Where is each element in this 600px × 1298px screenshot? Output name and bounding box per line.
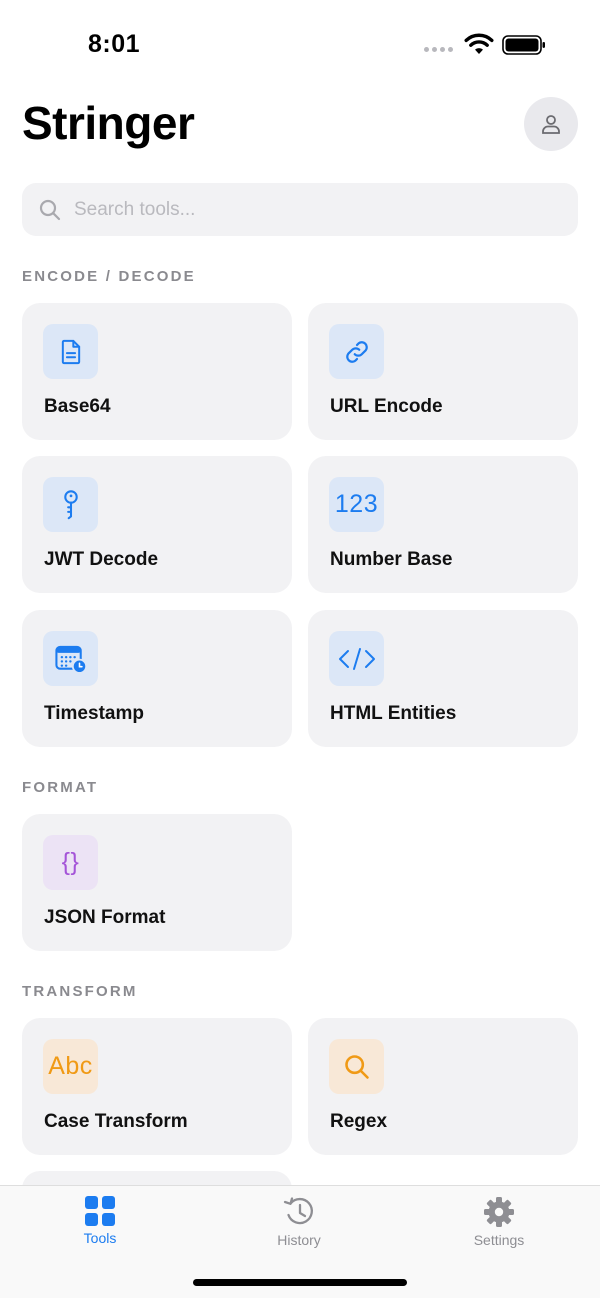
tool-card-case-transform[interactable]: Abc Case Transform [22,1018,292,1155]
history-icon [283,1197,313,1225]
calendar-clock-icon [54,645,87,674]
tool-label: URL Encode [330,396,443,417]
search-bar[interactable] [22,183,578,236]
tool-icon-glyph: {} [61,848,80,876]
tool-icon-tile [43,631,98,686]
tab-history[interactable]: History [239,1196,359,1256]
tool-card-json-format[interactable]: {} JSON Format [22,814,292,951]
tab-tools[interactable]: Tools [40,1196,160,1256]
key-icon [63,489,78,519]
tool-icon-tile [43,324,98,379]
gear-icon [484,1197,514,1227]
section-title-encode-decode: ENCODE / DECODE [22,268,196,285]
tool-card-regex[interactable]: Regex [308,1018,578,1155]
tool-label: Base64 [44,396,111,417]
person-icon [542,115,560,134]
status-time: 8:01 [88,30,141,58]
tool-label: Number Base [330,549,453,570]
document-icon [61,339,80,364]
tab-label: Tools [83,1230,117,1246]
status-bar: 8:01 [0,0,600,90]
wifi-icon [464,33,494,54]
tab-label: Settings [473,1232,525,1248]
tool-card-number-base[interactable]: 123 Number Base [308,456,578,593]
tool-label: HTML Entities [330,703,457,724]
braces-icon: {} [43,835,98,890]
section-title-transform: TRANSFORM [22,983,138,1000]
tool-card-url-encode[interactable]: URL Encode [308,303,578,440]
app-screen: 8:01 Stringer ENCODE / DECODE [0,0,600,1298]
link-icon [345,340,368,363]
tool-icon-tile [329,631,384,686]
tool-card-timestamp[interactable]: Timestamp [22,610,292,747]
grid-icon [85,1196,115,1226]
tool-icon-glyph: 123 [334,490,379,518]
tool-label: JWT Decode [44,549,159,570]
tool-icon-tile [329,1039,384,1094]
tool-card-base64[interactable]: Base64 [22,303,292,440]
tool-icon-tile [43,477,98,532]
search-icon [39,199,61,220]
tool-label: JSON Format [44,907,166,928]
tool-label: Timestamp [44,703,144,724]
section-title-format: FORMAT [22,779,99,796]
text-case-icon: Abc [43,1039,98,1094]
magnifier-icon [344,1054,369,1079]
number-icon: 123 [329,477,384,532]
home-indicator [193,1279,407,1286]
tool-icon-tile [329,324,384,379]
battery-icon [502,35,545,55]
profile-button[interactable] [524,97,578,151]
tool-label: Regex [330,1111,388,1132]
tab-label: History [277,1232,321,1248]
tool-card-html-entities[interactable]: HTML Entities [308,610,578,747]
page-title: Stringer [22,97,195,149]
tool-label: Case Transform [44,1111,188,1132]
code-icon [338,647,375,670]
signal-icon [424,47,453,52]
tool-icon-glyph: Abc [48,1052,93,1080]
tool-card-jwt-decode[interactable]: JWT Decode [22,456,292,593]
tab-settings[interactable]: Settings [439,1196,559,1256]
search-input[interactable] [74,198,534,221]
